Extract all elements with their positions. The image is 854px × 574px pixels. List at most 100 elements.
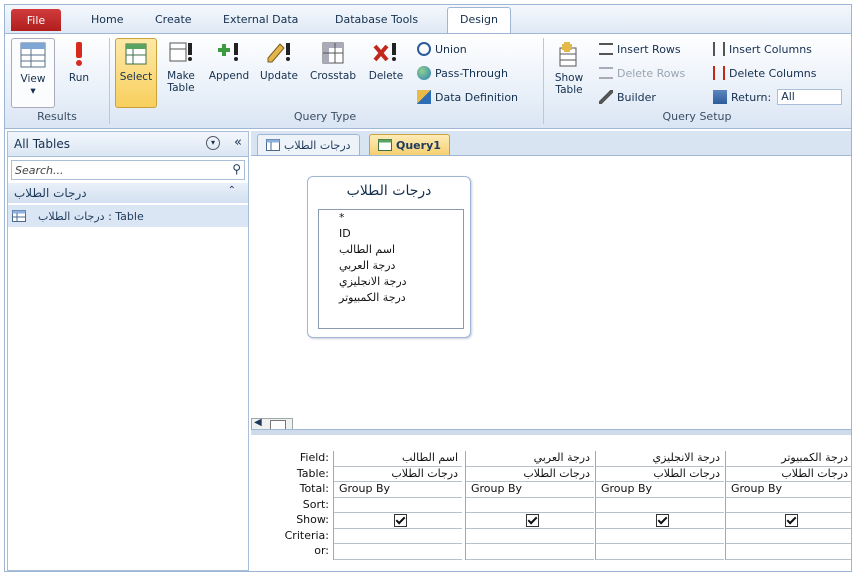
pass-through-button[interactable]: Pass-Through [417, 64, 508, 82]
make-table-icon [169, 42, 192, 62]
nav-table-item[interactable]: درجات الطلاب : Table [8, 205, 248, 227]
data-definition-button[interactable]: Data Definition [417, 88, 518, 106]
field-list-item[interactable]: درجة العربي [319, 258, 463, 274]
tab-table-label: درجات الطلاب [284, 138, 351, 152]
tab-file[interactable]: File [11, 9, 61, 31]
data-definition-label: Data Definition [435, 90, 519, 104]
grid-sort-cell[interactable] [334, 498, 462, 513]
grid-total-cell[interactable]: Group By [334, 482, 462, 498]
grid-show-cell [596, 513, 724, 529]
grid-criteria-cell[interactable] [726, 529, 851, 544]
view-button[interactable]: View ▾ [11, 38, 55, 108]
tab-table-document[interactable]: درجات الطلاب [257, 134, 360, 155]
shutter-bar-close-icon[interactable]: « [234, 135, 242, 150]
insert-columns-button[interactable]: Insert Columns [713, 40, 812, 58]
tab-home[interactable]: Home [91, 11, 123, 31]
grid-total-cell[interactable]: Group By [726, 482, 851, 498]
pencil-icon [267, 43, 290, 63]
delete-columns-button[interactable]: Delete Columns [713, 64, 817, 82]
grid-field-cell[interactable]: اسم الطالب [334, 451, 462, 467]
search-icon[interactable]: ⚲ [232, 162, 241, 176]
nav-dropdown-icon[interactable]: ▾ [206, 136, 220, 150]
grid-field-cell[interactable]: درجة الانجليزي [596, 451, 724, 467]
grid-sort-cell[interactable] [466, 498, 594, 513]
show-checkbox[interactable] [526, 514, 539, 527]
field-list-item[interactable]: درجة الكمبيوتر [319, 290, 463, 306]
grid-table-cell[interactable]: درجات الطلاب [726, 467, 851, 482]
grid-table-cell[interactable]: درجات الطلاب [466, 467, 594, 482]
return-value-box[interactable]: All [777, 89, 843, 105]
insert-columns-icon [713, 42, 725, 56]
field-list-item[interactable]: درجة الانجليزي [319, 274, 463, 290]
builder-button[interactable]: Builder [599, 88, 656, 106]
grid-table-cell[interactable]: درجات الطلاب [334, 467, 462, 482]
run-button[interactable]: Run [61, 38, 97, 106]
chevron-down-icon: ▾ [30, 85, 36, 97]
union-button[interactable]: Union [417, 40, 467, 58]
delete-rows-label: Delete Rows [617, 66, 686, 80]
data-definition-icon [417, 90, 431, 104]
nav-search-input[interactable]: Search... ⚲ [11, 160, 245, 180]
grid-table-cell[interactable]: درجات الطلاب [596, 467, 724, 482]
grid-total-cell[interactable]: Group By [466, 482, 594, 498]
grid-total-cell[interactable]: Group By [596, 482, 724, 498]
tab-create[interactable]: Create [155, 11, 192, 31]
insert-columns-label: Insert Columns [729, 42, 812, 56]
insert-rows-icon [599, 43, 613, 55]
query-design-grid: Field: Table: Total: Sort: Show: Criteri… [251, 435, 851, 571]
grid-or-cell[interactable] [726, 544, 851, 560]
ribbon-tab-bar: File Home Create External Data Database … [5, 5, 851, 34]
tab-external-data[interactable]: External Data [223, 11, 298, 31]
grid-sort-cell[interactable] [726, 498, 851, 513]
show-checkbox[interactable] [656, 514, 669, 527]
tab-query1[interactable]: Query1 [369, 134, 450, 155]
grid-criteria-cell[interactable] [596, 529, 724, 544]
ribbon: View ▾ Run Results Select Make Table Appen… [5, 33, 851, 129]
pass-through-label: Pass-Through [435, 66, 508, 80]
select-query-button[interactable]: Select [115, 38, 157, 108]
crosstab-button[interactable]: Crosstab [305, 38, 361, 106]
show-table-button[interactable]: Show Table [549, 38, 589, 106]
grid-criteria-cell[interactable] [466, 529, 594, 544]
table-field-list[interactable]: درجات الطلاب * ID اسم الطالب درجة العربي… [307, 176, 471, 338]
field-list-item[interactable]: ID [319, 226, 463, 242]
make-table-button[interactable]: Make Table [161, 38, 201, 106]
select-label: Select [119, 71, 153, 83]
tab-database-tools[interactable]: Database Tools [335, 11, 418, 31]
document-tabs: درجات الطلاب Query1 [251, 131, 851, 156]
delete-label: Delete [368, 70, 404, 82]
grid-field-cell[interactable]: درجة الكمبيوتر [726, 451, 851, 467]
show-checkbox[interactable] [785, 514, 798, 527]
grid-or-cell[interactable] [334, 544, 462, 560]
update-button[interactable]: Update [255, 38, 303, 106]
grid-criteria-cell[interactable] [334, 529, 462, 544]
grid-or-cell[interactable] [466, 544, 594, 560]
scroll-left-icon[interactable]: ◀ [254, 417, 262, 428]
field-list-item[interactable]: * [319, 210, 463, 226]
grid-column: درجة الكمبيوتر درجات الطلاب Group By [725, 451, 851, 560]
grid-or-cell[interactable] [596, 544, 724, 560]
row-label-or: or: [314, 544, 329, 557]
grid-field-cell[interactable]: درجة العربي [466, 451, 594, 467]
insert-rows-button[interactable]: Insert Rows [599, 40, 681, 58]
crosstab-label: Crosstab [310, 70, 356, 82]
tab-design[interactable]: Design [447, 7, 511, 34]
row-label-field: Field: [299, 451, 329, 464]
grid-show-cell [334, 513, 462, 529]
nav-category-header[interactable]: درجات الطلاب ⌃ [8, 183, 248, 203]
crosstab-icon [322, 42, 344, 64]
insert-rows-label: Insert Rows [617, 42, 681, 56]
field-list-item[interactable]: اسم الطالب [319, 242, 463, 258]
show-checkbox[interactable] [394, 514, 407, 527]
collapse-icon[interactable]: ⌃ [228, 185, 236, 196]
delete-query-button[interactable]: Delete [363, 38, 409, 106]
nav-pane-header[interactable]: All Tables ▾ « [8, 132, 248, 157]
field-list-title[interactable]: درجات الطلاب [308, 177, 470, 205]
nav-category-label: درجات الطلاب [14, 186, 87, 200]
grid-sort-cell[interactable] [596, 498, 724, 513]
results-group-label: Results [37, 110, 77, 123]
show-table-icon [559, 42, 577, 67]
query-design-surface[interactable]: درجات الطلاب * ID اسم الطالب درجة العربي… [251, 156, 851, 432]
append-button[interactable]: Append [205, 38, 253, 106]
delete-rows-button[interactable]: Delete Rows [599, 64, 685, 82]
